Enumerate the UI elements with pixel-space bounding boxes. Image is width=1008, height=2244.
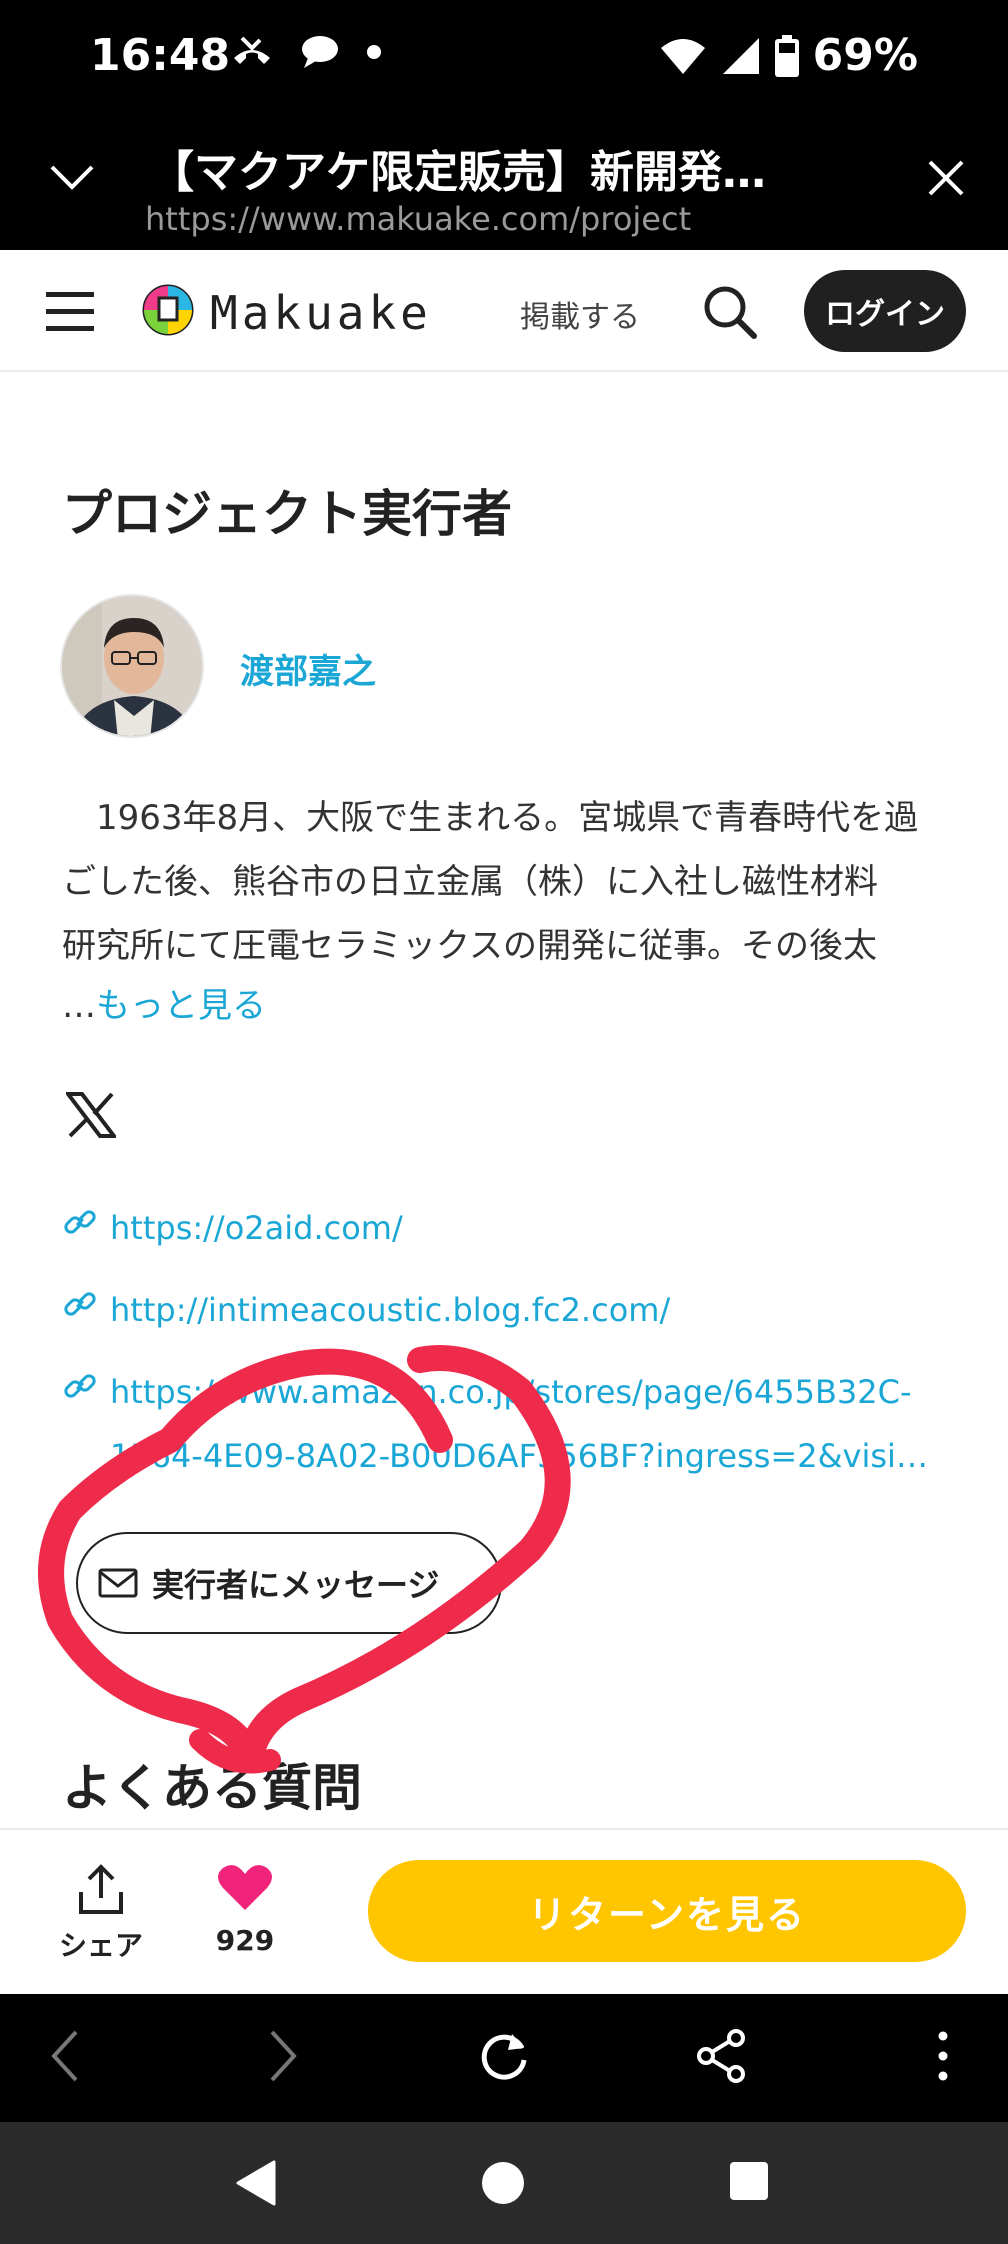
- owner-link-row[interactable]: https://o2aid.com/: [62, 1196, 403, 1260]
- status-bar: 16:48 69%: [0, 0, 1008, 118]
- login-button[interactable]: ログイン: [804, 270, 966, 352]
- share-icon: [79, 1864, 123, 1914]
- android-nav-bar: [0, 2122, 1008, 2244]
- custom-tab-header: 【マクアケ限定販売】新開発… https://www.makuake.com/p…: [0, 118, 1008, 250]
- owner-link[interactable]: https://o2aid.com/: [110, 1196, 403, 1260]
- bio-line: 研究所にて圧電セラミックスの開発に従事。その後太: [62, 926, 877, 966]
- link-icon: [64, 1210, 96, 1234]
- more-options-icon[interactable]: [936, 2028, 950, 2084]
- chat-bubble-icon: [302, 36, 338, 68]
- tab-url: https://www.makuake.com/project: [145, 200, 692, 238]
- share-label: シェア: [58, 1929, 143, 1962]
- link-icon: [64, 1292, 96, 1316]
- makuake-logo-icon[interactable]: [142, 284, 194, 336]
- section-title-project-owner: プロジェクト実行者: [62, 485, 512, 543]
- like-button[interactable]: 929: [210, 1862, 280, 1957]
- view-returns-button[interactable]: リターンを見る: [368, 1860, 966, 1962]
- x-twitter-icon[interactable]: [66, 1092, 116, 1138]
- chevron-down-icon[interactable]: [48, 163, 96, 193]
- forward-icon[interactable]: [268, 2028, 298, 2084]
- nav-recents-icon[interactable]: [728, 2160, 770, 2202]
- owner-name-link[interactable]: 渡部嘉之: [240, 644, 376, 693]
- more-ellipsis: …: [62, 986, 96, 1026]
- post-project-link[interactable]: 掲載する: [520, 292, 640, 336]
- like-count: 929: [215, 1924, 275, 1957]
- bio-line: ごした後、熊谷市の日立金属（株）に入社し磁性材料: [62, 862, 878, 902]
- search-icon[interactable]: [702, 284, 758, 340]
- read-more: …もっと見る: [62, 978, 266, 1027]
- read-more-link[interactable]: もっと見る: [96, 986, 266, 1026]
- status-time: 16:48: [90, 30, 231, 81]
- wifi-icon: [660, 38, 705, 74]
- nav-back-icon[interactable]: [234, 2160, 278, 2206]
- battery-icon: [774, 34, 799, 77]
- bio-line: 1963年8月、大阪で生まれる。宮城県で青春時代を過: [62, 798, 919, 838]
- share-button[interactable]: シェア: [56, 1864, 146, 1964]
- battery-percent: 69%: [812, 30, 918, 81]
- makuake-logo-text[interactable]: Makuake: [210, 286, 432, 340]
- signal-icon: [722, 37, 759, 74]
- tab-title: 【マクアケ限定販売】新開発…: [150, 147, 766, 198]
- nav-home-icon[interactable]: [480, 2160, 526, 2206]
- back-icon[interactable]: [50, 2028, 80, 2084]
- hamburger-menu-icon[interactable]: [46, 290, 96, 334]
- avatar[interactable]: [60, 594, 204, 738]
- share-page-icon[interactable]: [696, 2028, 748, 2084]
- heart-icon: [218, 1865, 272, 1910]
- annotation-circle: [38, 1345, 571, 1774]
- notification-dot-icon: [367, 45, 381, 59]
- missed-call-icon: [234, 36, 270, 64]
- close-icon[interactable]: [926, 158, 966, 198]
- reload-icon[interactable]: [476, 2028, 532, 2084]
- owner-bio: 1963年8月、大阪で生まれる。宮城県で青春時代を過 ごした後、熊谷市の日立金属…: [62, 786, 962, 978]
- browser-toolbar: [0, 1994, 1008, 2122]
